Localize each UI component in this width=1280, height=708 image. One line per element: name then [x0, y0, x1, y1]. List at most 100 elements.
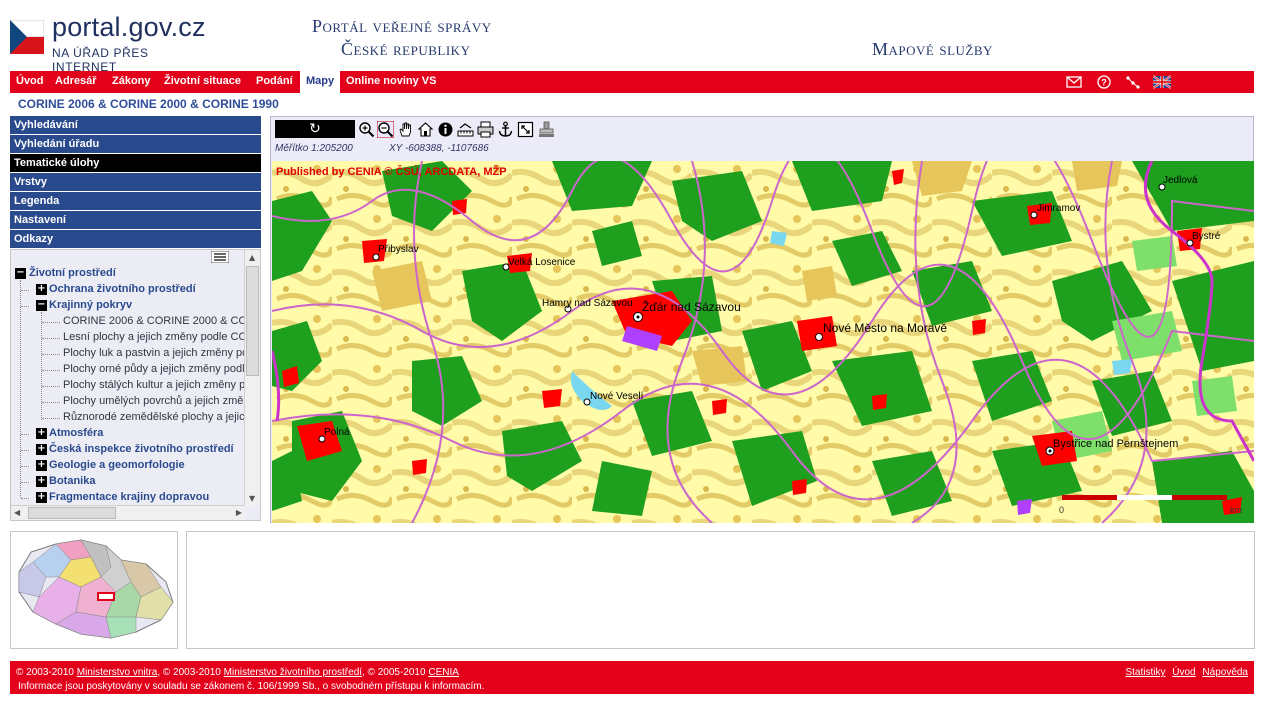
footer-link-mzp[interactable]: Ministerstvo životního prostředí [224, 667, 362, 678]
portal-logo[interactable]: portal.gov.cz NA ÚŘAD PŘES INTERNET [10, 12, 210, 74]
town-label: Jimramov [1037, 203, 1080, 214]
map-toolbar: ↻ [275, 120, 1245, 140]
town-label: Velká Losenice [508, 257, 576, 268]
collapse-icon[interactable]: − [36, 300, 47, 311]
info-panel [186, 531, 1255, 649]
leftnav-legenda[interactable]: Legenda [10, 192, 261, 210]
expand-icon[interactable]: + [36, 492, 47, 503]
map-scale-text: Měřítko 1:205200 [275, 143, 353, 154]
footer-link-uvod[interactable]: Úvod [1172, 667, 1195, 678]
footer-copyright: © 2003-2010 Ministerstvo vnitra, © 2003-… [16, 667, 459, 678]
tree-horizontal-scrollbar[interactable]: ◀ ▶ [11, 505, 245, 520]
english-flag-icon[interactable] [1153, 74, 1171, 90]
town-label: Jedlová [1163, 175, 1198, 186]
town-label: Nové Město na Moravě [823, 321, 947, 335]
topnav-podani[interactable]: Podání [250, 71, 299, 93]
footer-text: © 2003-2010 [16, 667, 77, 678]
topnav-online-noviny[interactable]: Online noviny VS [340, 71, 442, 93]
logo-name: portal.gov.cz [52, 12, 206, 42]
expand-icon[interactable]: + [36, 476, 47, 487]
town-label: Přibyslav [378, 244, 419, 255]
tree-node-botanika[interactable]: Botanika [49, 474, 95, 489]
scalebar-unit: km [1230, 505, 1242, 515]
theme-tree-panel: − Životní prostředí + Ochrana životního … [10, 249, 261, 521]
footer: © 2003-2010 Ministerstvo vnitra, © 2003-… [10, 661, 1254, 694]
theme-tree: − Životní prostředí + Ochrana životního … [11, 250, 245, 506]
expand-icon[interactable]: + [36, 444, 47, 455]
town-label: Polná [324, 427, 350, 438]
sitemap-icon[interactable] [1124, 74, 1142, 90]
zoom-out-icon[interactable] [377, 121, 394, 138]
tree-node-atmosfera[interactable]: Atmosféra [49, 426, 103, 441]
footer-text: , © 2003-2010 [157, 667, 224, 678]
tree-leaf-stalych-kultur[interactable]: Plochy stálých kultur a jejich změny pod… [63, 378, 245, 393]
tree-leaf-plochy-luk[interactable]: Plochy luk a pastvin a jejich změny podl… [63, 346, 245, 361]
topnav-mapy[interactable]: Mapy [300, 71, 341, 93]
town-label: Nové Veselí [590, 391, 644, 402]
tree-node-ochrana[interactable]: Ochrana životního prostředí [49, 282, 196, 297]
scroll-thumb[interactable] [28, 507, 116, 519]
collapse-icon[interactable]: − [15, 268, 26, 279]
expand-icon[interactable]: + [36, 428, 47, 439]
page-title: CORINE 2006 & CORINE 2000 & CORINE 1990 [18, 97, 279, 111]
home-icon[interactable] [417, 121, 434, 138]
footer-link-napoveda[interactable]: Nápověda [1202, 667, 1248, 678]
footer-link-cenia[interactable]: CENIA [428, 667, 459, 678]
leftnav-nastaveni[interactable]: Nastavení [10, 211, 261, 229]
top-navigation: Úvod Adresář Zákony Životní situace Podá… [10, 71, 1254, 93]
tree-node-zivotni-prostredi[interactable]: Životní prostředí [29, 266, 116, 281]
town-label: Žďár nad Sázavou [642, 299, 741, 314]
measure-icon[interactable] [457, 121, 474, 138]
info-icon[interactable] [437, 121, 454, 138]
full-extent-icon[interactable] [517, 121, 534, 138]
town-label: Bystré [1192, 231, 1221, 242]
leftnav-vyhledani-uradu[interactable]: Vyhledání úřadu [10, 135, 261, 153]
refresh-button[interactable]: ↻ [275, 120, 355, 138]
leftnav-tematicke-ulohy[interactable]: Tematické úlohy [10, 154, 261, 172]
leftnav-odkazy[interactable]: Odkazy [10, 230, 261, 248]
service-title: Mapové služby [872, 39, 993, 59]
footer-legal-note: Informace jsou poskytovány v souladu se … [18, 681, 485, 692]
tree-leaf-umelych-povrchu[interactable]: Plochy umělých povrchů a jejich změny po… [63, 394, 245, 409]
town-label: Hamry nad Sázavou [542, 298, 633, 309]
mail-icon[interactable] [1065, 74, 1083, 90]
scroll-thumb[interactable] [246, 266, 259, 376]
overview-map-canvas[interactable] [11, 532, 177, 648]
portal-title-line1: Portál veřejné správy [312, 16, 492, 36]
print-icon[interactable] [477, 121, 494, 138]
tree-node-inspekce[interactable]: Česká inspekce životního prostředí [49, 442, 234, 457]
left-navigation: Vyhledávání Vyhledání úřadu Tematické úl… [10, 116, 261, 249]
overview-map[interactable] [10, 531, 178, 649]
topnav-zivotni-situace[interactable]: Životní situace [158, 71, 247, 93]
topnav-adresar[interactable]: Adresář [49, 71, 103, 93]
tree-node-geologie[interactable]: Geologie a geomorfologie [49, 458, 185, 473]
tree-leaf-ruznorode[interactable]: Různorodé zemědělské plochy a jejich změ… [63, 410, 245, 425]
tree-leaf-orne-pudy[interactable]: Plochy orné půdy a jejich změny podle CO… [63, 362, 245, 377]
portal-title-line2: České republiky [341, 39, 471, 59]
town-label: Bystřice nad Pernštejnem [1053, 438, 1178, 450]
pan-hand-icon[interactable] [397, 121, 414, 138]
tree-node-fragmentace[interactable]: Fragmentace krajiny dopravou [49, 490, 209, 505]
tree-vertical-scrollbar[interactable]: ▲ ▼ [244, 250, 260, 506]
topnav-uvod[interactable]: Úvod [10, 71, 50, 93]
expand-icon[interactable]: + [36, 284, 47, 295]
tree-node-krajinny-pokryv[interactable]: Krajinný pokryv [49, 298, 132, 313]
footer-link-mv[interactable]: Ministerstvo vnitra [77, 667, 158, 678]
help-icon[interactable]: ? [1095, 74, 1113, 90]
map-coordinates-text: XY -608388, -1107686 [389, 143, 489, 154]
tree-leaf-lesni-plochy[interactable]: Lesní plochy a jejich změny podle CORINE [63, 330, 245, 345]
leftnav-vrstvy[interactable]: Vrstvy [10, 173, 261, 191]
expand-icon[interactable]: + [36, 460, 47, 471]
logo-tagline: NA ÚŘAD PŘES INTERNET [52, 46, 149, 74]
czech-flag-icon [10, 20, 44, 54]
list-view-icon[interactable] [211, 251, 229, 263]
map-canvas[interactable]: Přibyslav Velká Losenice Hamry nad Sázav… [272, 161, 1254, 523]
stamp-icon[interactable] [538, 121, 555, 138]
zoom-in-icon[interactable] [358, 121, 375, 138]
leftnav-vyhledavani[interactable]: Vyhledávání [10, 116, 261, 134]
topnav-zakony[interactable]: Zákony [106, 71, 157, 93]
footer-link-statistiky[interactable]: Statistiky [1125, 667, 1165, 678]
anchor-icon[interactable] [497, 121, 514, 138]
tree-leaf-corine-all[interactable]: CORINE 2006 & CORINE 2000 & CORINE 1990 [63, 314, 245, 329]
footer-links: Statistiky Úvod Nápověda [1121, 667, 1248, 678]
